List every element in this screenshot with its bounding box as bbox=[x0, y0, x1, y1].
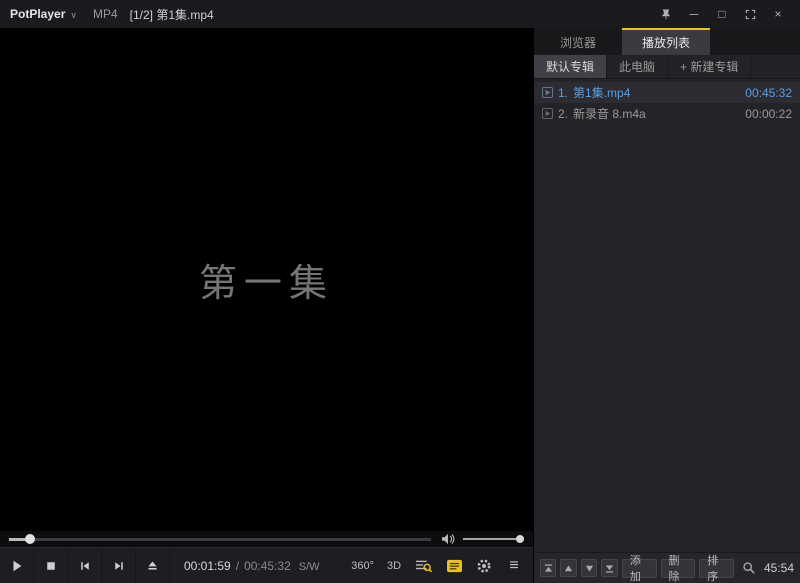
volume-knob[interactable] bbox=[516, 535, 524, 543]
tab-playlist[interactable]: 播放列表 bbox=[622, 28, 710, 55]
previous-icon bbox=[78, 560, 92, 572]
right-controls: 360° 3D bbox=[348, 553, 533, 579]
window-title: [1/2] 第1集.mp4 bbox=[130, 6, 214, 23]
seek-knob[interactable] bbox=[25, 534, 35, 544]
titlebar: PotPlayer ∨ MP4 [1/2] 第1集.mp4 ─ □ × bbox=[0, 0, 800, 28]
codec-badge: MP4 bbox=[93, 7, 118, 21]
stop-icon bbox=[45, 560, 57, 572]
playlist-item[interactable]: 2. 新录音 8.m4a 00:00:22 bbox=[534, 103, 800, 124]
album-tabs: 默认专辑 此电脑 + 新建专辑 bbox=[534, 55, 800, 79]
playlist: 1. 第1集.mp4 00:45:32 2. 新录音 8.m4a 00:00:2… bbox=[534, 79, 800, 552]
mode-3d-button[interactable]: 3D bbox=[381, 553, 407, 579]
play-button[interactable] bbox=[0, 548, 34, 583]
media-file-icon bbox=[542, 108, 553, 119]
pin-icon bbox=[660, 8, 672, 20]
chevron-down-icon: ∨ bbox=[70, 10, 77, 21]
album-tab-default[interactable]: 默认专辑 bbox=[534, 55, 607, 78]
eject-icon bbox=[146, 559, 159, 572]
album-tab-new[interactable]: + 新建专辑 bbox=[668, 55, 751, 78]
app-menu-button[interactable]: PotPlayer ∨ bbox=[10, 7, 77, 21]
previous-button[interactable] bbox=[68, 548, 102, 583]
album-tab-this-pc-label: 此电脑 bbox=[619, 58, 655, 75]
seek-track bbox=[9, 538, 431, 541]
delete-button[interactable]: 删除 bbox=[661, 559, 696, 578]
album-tab-new-label: + 新建专辑 bbox=[680, 58, 738, 75]
playlist-search-button[interactable] bbox=[742, 561, 756, 575]
tab-playlist-label: 播放列表 bbox=[642, 34, 690, 51]
scene-search-icon bbox=[415, 558, 433, 574]
stop-button[interactable] bbox=[34, 548, 68, 583]
playlist-item-name: 第1集.mp4 bbox=[573, 84, 630, 101]
fullscreen-icon bbox=[745, 9, 756, 20]
menu-button[interactable]: ≡ bbox=[501, 553, 527, 579]
volume-slider[interactable] bbox=[463, 531, 524, 547]
video-area[interactable]: 第一集 bbox=[0, 28, 533, 531]
time-display: 00:01:59 / 00:45:32 S/W bbox=[184, 559, 320, 573]
playlist-panel-icon bbox=[446, 559, 463, 573]
next-icon bbox=[112, 560, 126, 572]
playlist-item-duration: 00:45:32 bbox=[745, 86, 792, 100]
album-tab-default-label: 默认专辑 bbox=[546, 58, 594, 75]
playlist-item-name: 新录音 8.m4a bbox=[573, 105, 646, 122]
tab-browser-label: 浏览器 bbox=[560, 34, 596, 51]
move-up-button[interactable] bbox=[560, 559, 576, 577]
play-icon bbox=[10, 559, 24, 573]
move-top-icon bbox=[544, 564, 553, 573]
playlist-footer: 添加 删除 排序 45:54 bbox=[534, 552, 800, 583]
playlist-item[interactable]: 1. 第1集.mp4 00:45:32 bbox=[534, 82, 800, 103]
fullscreen-button[interactable] bbox=[738, 3, 762, 25]
add-button[interactable]: 添加 bbox=[622, 559, 657, 578]
media-file-icon bbox=[542, 87, 553, 98]
control-bar: 00:01:59 / 00:45:32 S/W 360° 3D bbox=[0, 547, 533, 583]
sidebar-tabs: 浏览器 播放列表 bbox=[534, 28, 800, 55]
close-button[interactable]: × bbox=[766, 3, 790, 25]
sort-button[interactable]: 排序 bbox=[699, 559, 734, 578]
playlist-sidebar: 浏览器 播放列表 默认专辑 此电脑 + 新建专辑 bbox=[533, 28, 800, 583]
album-tab-this-pc[interactable]: 此电脑 bbox=[607, 55, 668, 78]
potplayer-window: PotPlayer ∨ MP4 [1/2] 第1集.mp4 ─ □ × bbox=[0, 0, 800, 583]
playlist-item-index: 2. bbox=[558, 107, 568, 121]
next-button[interactable] bbox=[102, 548, 136, 583]
vr-360-button[interactable]: 360° bbox=[348, 553, 377, 579]
scene-search-button[interactable] bbox=[411, 553, 437, 579]
move-bottom-icon bbox=[605, 564, 614, 573]
search-icon bbox=[742, 561, 756, 575]
move-down-icon bbox=[585, 564, 594, 573]
playlist-toggle-button[interactable] bbox=[441, 553, 467, 579]
tab-browser[interactable]: 浏览器 bbox=[534, 28, 622, 55]
seek-row bbox=[0, 531, 533, 547]
current-time: 00:01:59 bbox=[184, 559, 231, 573]
move-top-button[interactable] bbox=[540, 559, 556, 577]
playlist-item-duration: 00:00:22 bbox=[745, 107, 792, 121]
time-separator: / bbox=[236, 559, 239, 573]
window-controls: ─ □ × bbox=[654, 3, 790, 25]
player-pane: 第一集 bbox=[0, 28, 533, 583]
eject-button[interactable] bbox=[136, 548, 170, 583]
video-overlay-text: 第一集 bbox=[199, 252, 334, 307]
settings-button[interactable] bbox=[471, 553, 497, 579]
move-bottom-button[interactable] bbox=[601, 559, 617, 577]
app-title: PotPlayer bbox=[10, 7, 65, 21]
maximize-button[interactable]: □ bbox=[710, 3, 734, 25]
total-time: 00:45:32 bbox=[244, 559, 291, 573]
seek-bar[interactable] bbox=[9, 531, 431, 547]
playlist-item-index: 1. bbox=[558, 86, 568, 100]
render-mode-badge: S/W bbox=[299, 561, 320, 573]
move-down-button[interactable] bbox=[581, 559, 597, 577]
speaker-icon bbox=[441, 533, 455, 545]
playlist-total-time: 45:54 bbox=[764, 561, 794, 575]
move-up-icon bbox=[564, 564, 573, 573]
minimize-button[interactable]: ─ bbox=[682, 3, 706, 25]
gear-icon bbox=[476, 558, 492, 574]
volume-fill bbox=[463, 538, 524, 540]
main-area: 第一集 bbox=[0, 28, 800, 583]
hamburger-icon: ≡ bbox=[509, 557, 518, 575]
volume-button[interactable] bbox=[441, 533, 455, 545]
pin-button[interactable] bbox=[654, 3, 678, 25]
